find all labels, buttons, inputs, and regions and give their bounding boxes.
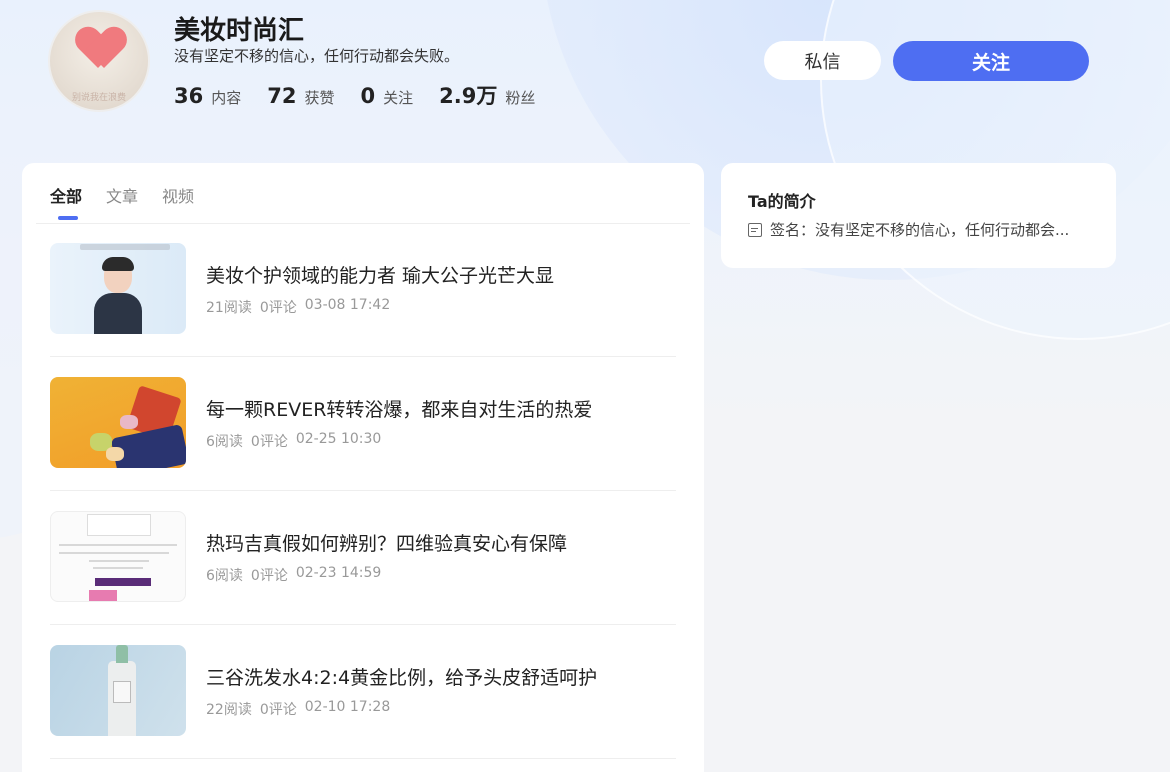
heart-icon — [78, 28, 124, 74]
stat-following[interactable]: 0 关注 — [361, 84, 414, 108]
publish-time: 02-25 10:30 — [295, 431, 382, 447]
stat-value: 0 — [360, 84, 376, 108]
article-meta: 6阅读 0评论 02-25 10:30 — [206, 431, 389, 451]
article-meta: 6阅读 0评论 02-23 14:59 — [206, 565, 389, 585]
article-item[interactable]: 美妆个护领域的能力者 瑜大公子光芒大显 21阅读 0评论 03-08 17:42 — [50, 243, 676, 377]
article-title[interactable]: 热玛吉真假如何辨别？四维验真安心有保障 — [206, 529, 567, 556]
item-divider — [50, 356, 676, 357]
article-item[interactable]: 热玛吉真假如何辨别？四维验真安心有保障 6阅读 0评论 02-23 14:59 — [50, 511, 676, 645]
intro-signature-row: 签名：没有坚定不移的信心，任何行动都会... — [748, 219, 1069, 240]
content-feed: 全部 文章 视频 美妆个护领域的能力者 瑜大公子光芒大显 21阅读 0评论 03… — [22, 163, 704, 772]
profile-signature: 没有坚定不移的信心，任何行动都会失败。 — [174, 47, 460, 65]
stat-content[interactable]: 36 内容 — [174, 84, 241, 108]
stat-label: 关注 — [383, 89, 414, 107]
publish-time: 03-08 17:42 — [304, 297, 391, 313]
article-thumbnail[interactable] — [50, 243, 186, 334]
tab-all[interactable]: 全部 — [50, 183, 82, 223]
tab-label: 文章 — [106, 187, 139, 206]
comment-count: 0评论 — [259, 300, 297, 316]
article-title[interactable]: 美妆个护领域的能力者 瑜大公子光芒大显 — [206, 261, 554, 288]
stat-label: 粉丝 — [505, 89, 536, 107]
article-item[interactable]: 每一颗REVER转转浴爆，都来自对生活的热爱 6阅读 0评论 02-25 10:… — [50, 377, 676, 511]
article-title[interactable]: 每一颗REVER转转浴爆，都来自对生活的热爱 — [206, 395, 592, 422]
tab-articles[interactable]: 文章 — [106, 183, 138, 223]
tab-label: 全部 — [50, 187, 83, 206]
item-divider — [50, 490, 676, 491]
comment-count: 0评论 — [250, 568, 288, 584]
article-meta: 21阅读 0评论 03-08 17:42 — [206, 297, 398, 317]
read-count: 21阅读 — [206, 300, 252, 316]
item-divider — [50, 758, 676, 759]
read-count: 6阅读 — [206, 434, 243, 450]
comment-count: 0评论 — [259, 702, 297, 718]
article-item[interactable]: 三谷洗发水4:2:4黄金比例，给予头皮舒适呵护 22阅读 0评论 02-10 1… — [50, 645, 676, 772]
stat-fans[interactable]: 2.9万 粉丝 — [439, 80, 535, 110]
article-meta: 22阅读 0评论 02-10 17:28 — [206, 699, 398, 719]
stat-label: 内容 — [211, 89, 242, 107]
article-thumbnail[interactable] — [50, 377, 186, 468]
stat-value: 2.9万 — [439, 84, 498, 108]
stat-value: 36 — [174, 84, 204, 108]
stat-value: 72 — [267, 84, 297, 108]
read-count: 22阅读 — [206, 702, 252, 718]
tab-label: 视频 — [162, 187, 195, 206]
tabs-divider — [36, 223, 690, 224]
follow-button[interactable]: 关注 — [893, 41, 1089, 81]
article-title[interactable]: 三谷洗发水4:2:4黄金比例，给予头皮舒适呵护 — [206, 663, 597, 690]
active-tab-indicator — [58, 216, 78, 220]
tab-videos[interactable]: 视频 — [162, 183, 194, 223]
intro-heading: Ta的简介 — [748, 192, 816, 211]
comment-count: 0评论 — [250, 434, 288, 450]
intro-card: Ta的简介 签名：没有坚定不移的信心，任何行动都会... — [721, 163, 1116, 268]
content-tabs: 全部 文章 视频 — [50, 183, 218, 223]
article-thumbnail[interactable] — [50, 645, 186, 736]
avatar-caption: 别说我在浪费 — [71, 93, 126, 103]
message-button[interactable]: 私信 — [764, 41, 881, 80]
article-thumbnail[interactable] — [50, 511, 186, 602]
intro-signature: 签名：没有坚定不移的信心，任何行动都会... — [770, 221, 1070, 239]
publish-time: 02-23 14:59 — [295, 565, 382, 581]
document-icon — [748, 222, 762, 237]
publish-time: 02-10 17:28 — [304, 699, 391, 715]
profile-header: 别说我在浪费 美妆时尚汇 没有坚定不移的信心，任何行动都会失败。 36 内容 7… — [0, 0, 1170, 140]
stat-label: 获赞 — [304, 89, 335, 107]
profile-stats: 36 内容 72 获赞 0 关注 2.9万 粉丝 — [174, 80, 561, 110]
item-divider — [50, 624, 676, 625]
read-count: 6阅读 — [206, 568, 243, 584]
stat-likes: 72 获赞 — [267, 84, 334, 108]
profile-name: 美妆时尚汇 — [174, 16, 305, 46]
avatar[interactable]: 别说我在浪费 — [48, 10, 150, 112]
